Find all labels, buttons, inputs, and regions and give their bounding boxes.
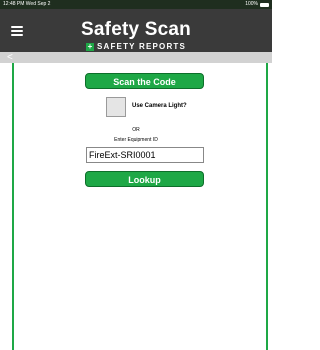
scan-code-button[interactable]: Scan the Code: [85, 73, 204, 89]
right-border: [266, 63, 268, 350]
lookup-button[interactable]: Lookup: [85, 171, 204, 187]
safety-reports-logo: + SAFETY REPORTS: [0, 42, 272, 51]
equipment-id-label: Enter Equipment ID: [114, 137, 158, 143]
battery-icon: [260, 2, 269, 7]
nav-bar: <: [0, 52, 272, 63]
camera-light-checkbox[interactable]: [106, 97, 126, 117]
plus-icon: +: [85, 42, 94, 51]
logo-text: SAFETY REPORTS: [96, 42, 187, 51]
left-border: [12, 63, 14, 350]
back-chevron-icon[interactable]: <: [7, 52, 13, 63]
app-title: Safety Scan: [81, 19, 191, 40]
app-header: Safety Scan + SAFETY REPORTS: [0, 9, 272, 52]
status-time: 12:48 PM Wed Sep 2: [3, 1, 51, 7]
equipment-id-input[interactable]: FireExt-SRI0001: [86, 147, 204, 163]
or-divider: OR: [132, 127, 140, 133]
camera-light-label: Use Camera Light?: [132, 103, 187, 109]
battery-percent: 100%: [245, 1, 258, 7]
status-bar: 12:48 PM Wed Sep 2 100%: [0, 0, 272, 9]
status-right: 100%: [245, 0, 269, 9]
